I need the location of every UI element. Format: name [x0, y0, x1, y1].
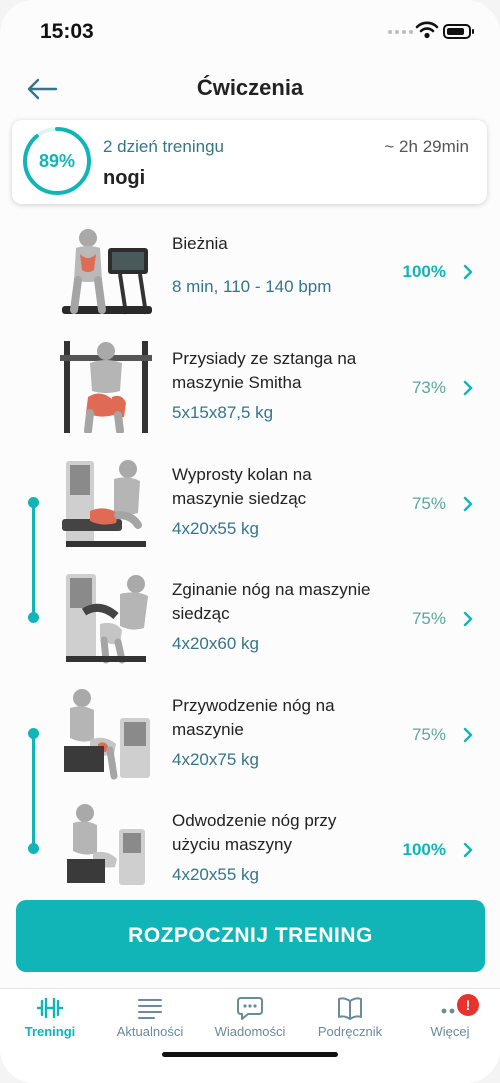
exercise-name: Wyprosty kolan na maszynie siedząc	[172, 465, 312, 508]
chat-bubble-icon	[237, 997, 263, 1020]
chevron-right-icon[interactable]	[462, 727, 474, 743]
exercise-detail: 4x20x55 kg	[172, 865, 259, 884]
chevron-right-icon[interactable]	[462, 842, 474, 858]
exercise-item[interactable]: Przysiady ze sztanga na maszynie Smitha …	[0, 341, 500, 456]
workout-name: nogi	[103, 167, 146, 189]
exercise-percent: 100%	[402, 262, 446, 281]
wifi-icon	[415, 21, 439, 39]
tab-news[interactable]: Aktualności	[100, 995, 200, 1055]
tab-label: Aktualności	[116, 1024, 184, 1039]
chevron-right-icon[interactable]	[462, 611, 474, 627]
home-indicator	[162, 1052, 338, 1057]
chevron-right-icon[interactable]	[462, 380, 474, 396]
exercise-percent: 75%	[411, 494, 446, 513]
status-bar: 15:03	[0, 0, 500, 60]
exercise-thumbnail	[66, 574, 148, 664]
exercise-item[interactable]: Przywodzenie nóg na maszynie 4x20x75 kg …	[0, 688, 500, 803]
exercise-item[interactable]: Zginanie nóg na maszynie siedząc 4x20x60…	[0, 572, 500, 687]
exercise-detail: 4x20x55 kg	[172, 519, 259, 538]
chevron-right-icon[interactable]	[462, 496, 474, 512]
notification-badge: !	[457, 994, 479, 1016]
exercise-name: Zginanie nóg na maszynie siedząc	[172, 580, 371, 623]
dumbbell-icon	[36, 997, 64, 1019]
tab-more[interactable]: ! Więcej	[400, 994, 500, 1055]
exercise-name: Bieżnia	[172, 234, 228, 253]
exercise-thumbnail	[64, 689, 150, 780]
exercise-percent: 100%	[402, 840, 446, 859]
start-training-button[interactable]: ROZPOCZNIJ TRENING	[16, 900, 485, 972]
app-screen: 15:03 Ćwiczenia 89% 2 dzień treningu ~ 2…	[0, 0, 500, 1083]
tab-label: Więcej	[430, 1024, 470, 1039]
tab-trainings[interactable]: Treningi	[0, 995, 100, 1055]
battery-icon	[443, 24, 471, 39]
exercise-detail: 4x20x75 kg	[172, 750, 259, 769]
tab-label: Treningi	[24, 1024, 76, 1039]
exercise-item[interactable]: Wyprosty kolan na maszynie siedząc 4x20x…	[0, 457, 500, 572]
exercise-name: Przysiady ze sztanga na maszynie Smitha	[172, 349, 357, 392]
battery-tip	[472, 29, 474, 34]
exercise-thumbnail	[60, 341, 152, 433]
status-time: 15:03	[40, 20, 94, 43]
tab-handbook[interactable]: Podręcznik	[300, 995, 400, 1055]
exercise-thumbnail	[62, 460, 146, 547]
exercise-thumbnail	[67, 804, 145, 885]
exercise-name: Odwodzenie nóg przy użyciu maszyny	[172, 811, 337, 854]
tab-messages[interactable]: Wiadomości	[200, 995, 300, 1055]
exercise-detail: 4x20x60 kg	[172, 634, 259, 653]
workout-summary-card: 89% 2 dzień treningu ~ 2h 29min nogi	[12, 120, 487, 204]
exercise-percent: 75%	[411, 609, 446, 628]
page-title: Ćwiczenia	[196, 75, 304, 100]
exercise-item[interactable]: Bieżnia 8 min, 110 - 140 bpm 100%	[0, 226, 500, 341]
exercise-percent: 73%	[411, 378, 446, 397]
exercise-thumbnail	[62, 229, 152, 315]
signal-dots-icon	[388, 30, 413, 34]
progress-percent: 89%	[38, 151, 76, 171]
book-icon	[338, 997, 362, 1020]
exercise-name: Przywodzenie nóg na maszynie	[172, 696, 335, 739]
tab-label: Podręcznik	[317, 1024, 383, 1039]
exercise-detail: 8 min, 110 - 140 bpm	[172, 277, 332, 296]
tab-label: Wiadomości	[214, 1024, 286, 1039]
chevron-right-icon[interactable]	[462, 264, 474, 280]
training-duration: ~ 2h 29min	[384, 137, 469, 156]
exercise-percent: 75%	[411, 725, 446, 744]
training-day-label: 2 dzień treningu	[103, 137, 224, 156]
bottom-tab-bar: Treningi Aktualności Wiadomości Podręczn…	[0, 988, 500, 1083]
exercise-detail: 5x15x87,5 kg	[172, 403, 274, 422]
news-lines-icon	[138, 999, 162, 1019]
